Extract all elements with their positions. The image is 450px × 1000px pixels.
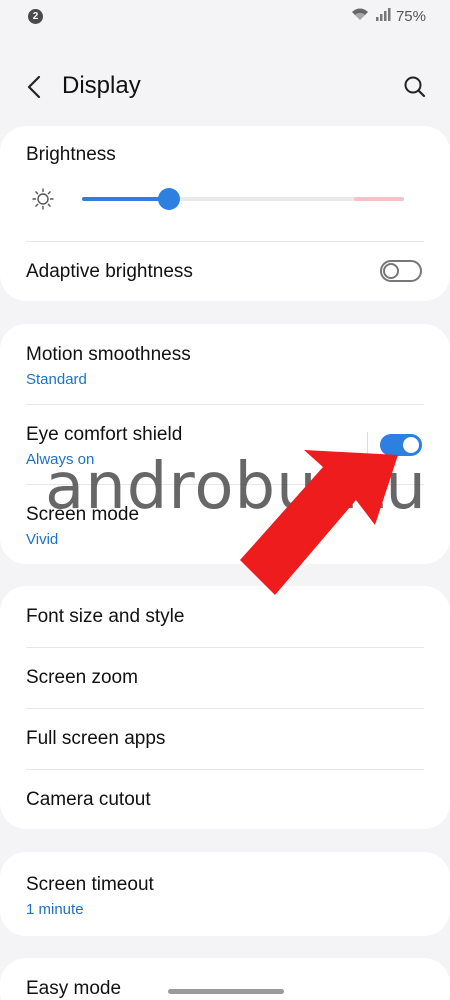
home-indicator — [168, 989, 284, 994]
red-arrow-annotation — [240, 450, 398, 595]
